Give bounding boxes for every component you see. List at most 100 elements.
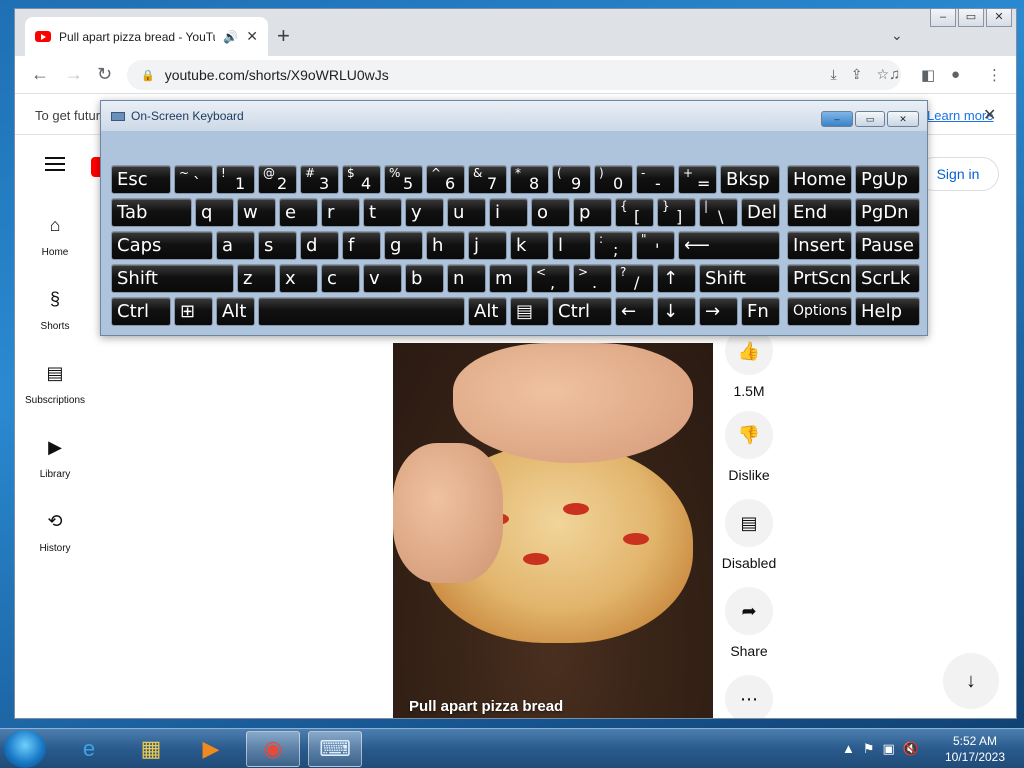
menu-kebab-icon[interactable]: ⋮ <box>987 66 1002 84</box>
key-z[interactable]: z <box>237 264 276 293</box>
menu-hamburger-icon[interactable] <box>45 157 65 175</box>
key-alt-right[interactable]: Alt <box>468 297 507 326</box>
key-alt-left[interactable]: Alt <box>216 297 255 326</box>
tab-search-chevron-icon[interactable]: ⌄ <box>891 27 903 44</box>
key-insert[interactable]: Insert <box>787 231 852 260</box>
new-tab-button[interactable]: + <box>277 25 290 47</box>
share-button[interactable]: ➦ Share <box>709 587 789 659</box>
key-tab[interactable]: Tab <box>111 198 192 227</box>
key-delete[interactable]: Del <box>741 198 780 227</box>
key-v[interactable]: v <box>363 264 402 293</box>
key-f[interactable]: f <box>342 231 381 260</box>
key-o[interactable]: o <box>531 198 570 227</box>
key-p[interactable]: p <box>573 198 612 227</box>
key-x[interactable]: x <box>279 264 318 293</box>
key-arrow-down[interactable]: ↓ <box>657 297 696 326</box>
key-6[interactable]: ^ 6 <box>426 165 465 194</box>
key-context-menu[interactable]: ▤ <box>510 297 549 326</box>
sidebar-item-library[interactable]: ▶ Library <box>15 437 95 480</box>
key-ctrl-left[interactable]: Ctrl <box>111 297 171 326</box>
key-pause[interactable]: Pause <box>855 231 920 260</box>
key-w[interactable]: w <box>237 198 276 227</box>
tab-close-icon[interactable]: ✕ <box>246 28 258 45</box>
profile-avatar-icon[interactable]: ● <box>951 66 960 83</box>
key-k[interactable]: k <box>510 231 549 260</box>
minimize-button[interactable]: – <box>930 9 956 27</box>
action-center-icon[interactable]: ⚑ <box>863 741 875 757</box>
file-explorer-icon[interactable]: ▦ <box>124 731 178 767</box>
back-arrow-icon[interactable]: ← <box>31 64 49 85</box>
show-hidden-icons-icon[interactable]: ▲ <box>842 741 855 757</box>
install-app-icon[interactable]: ⤓ <box>831 66 837 83</box>
key-/[interactable]: ? / <box>615 264 654 293</box>
key-i[interactable]: i <box>489 198 528 227</box>
key-m[interactable]: m <box>489 264 528 293</box>
media-player-icon[interactable]: ▶ <box>184 731 238 767</box>
internet-explorer-icon[interactable]: e <box>62 731 116 767</box>
key-t[interactable]: t <box>363 198 402 227</box>
key-e[interactable]: e <box>279 198 318 227</box>
browser-tab[interactable]: Pull apart pizza bread - YouTube 🔊 ✕ <box>25 17 268 56</box>
osk-taskbar-icon[interactable]: ⌨ <box>308 731 362 767</box>
key-q[interactable]: q <box>195 198 234 227</box>
dislike-button[interactable]: 👎 Dislike <box>709 411 789 483</box>
key-l[interactable]: l <box>552 231 591 260</box>
key-help[interactable]: Help <box>855 297 920 326</box>
key-fn[interactable]: Fn <box>741 297 780 326</box>
share-icon[interactable]: ⇪ <box>851 66 863 83</box>
key-.[interactable]: >. <box>573 264 612 293</box>
osk-maximize-button[interactable]: ▭ <box>855 111 885 127</box>
key-3[interactable]: #3 <box>300 165 339 194</box>
key-windows[interactable]: ⊞ <box>174 297 213 326</box>
sidebar-item-home[interactable]: ⌂ Home <box>15 215 95 258</box>
key-[[interactable]: {[ <box>615 198 654 227</box>
sidebar-item-shorts[interactable]: § Shorts <box>15 289 95 332</box>
infobar-close-icon[interactable]: ✕ <box>983 105 996 125</box>
key-j[interactable]: j <box>468 231 507 260</box>
key-\[interactable]: | \ <box>699 198 738 227</box>
side-panel-icon[interactable]: ◧ <box>921 66 935 84</box>
key-1[interactable]: ! 1 <box>216 165 255 194</box>
key-d[interactable]: d <box>300 231 339 260</box>
key-enter[interactable]: ⟵ <box>678 231 780 260</box>
key-h[interactable]: h <box>426 231 465 260</box>
key-,[interactable]: <, <box>531 264 570 293</box>
key-ctrl-right[interactable]: Ctrl <box>552 297 612 326</box>
key-shift-left[interactable]: Shift <box>111 264 234 293</box>
like-button[interactable]: 👍 1.5M <box>709 327 789 399</box>
next-short-button[interactable]: ↓ <box>943 653 999 709</box>
key-pageup[interactable]: PgUp <box>855 165 920 194</box>
key-=[interactable]: + = <box>678 165 717 194</box>
key-arrow-right[interactable]: → <box>699 297 738 326</box>
reload-icon[interactable]: ↻ <box>97 64 112 85</box>
key-esc[interactable]: Esc <box>111 165 171 194</box>
media-control-icon[interactable]: ♫ <box>889 66 900 83</box>
key-y[interactable]: y <box>405 198 444 227</box>
key-7[interactable]: & 7 <box>468 165 507 194</box>
bookmark-star-icon[interactable]: ☆ <box>876 66 889 83</box>
network-icon[interactable]: ▣ <box>883 741 895 757</box>
lock-icon[interactable]: 🔒 <box>141 69 155 82</box>
sidebar-item-history[interactable]: ⟲ History <box>15 511 95 554</box>
key-`[interactable]: ~ ` <box>174 165 213 194</box>
key-shift-right[interactable]: Shift <box>699 264 780 293</box>
short-video-player[interactable]: Pull apart pizza bread <box>393 343 713 718</box>
chrome-taskbar-icon[interactable]: ◉ <box>246 731 300 767</box>
close-window-button[interactable]: ✕ <box>986 9 1012 27</box>
key-c[interactable]: c <box>321 264 360 293</box>
key-printscreen[interactable]: PrtScn <box>787 264 852 293</box>
osk-close-button[interactable]: ✕ <box>887 111 919 127</box>
key--[interactable]: -- <box>636 165 675 194</box>
sign-in-button[interactable]: Sign in <box>917 157 999 191</box>
key-end[interactable]: End <box>787 198 852 227</box>
key-g[interactable]: g <box>384 231 423 260</box>
key-n[interactable]: n <box>447 264 486 293</box>
more-actions-button[interactable]: ⋯ <box>709 675 789 718</box>
key-backspace[interactable]: Bksp <box>720 165 780 194</box>
key-r[interactable]: r <box>321 198 360 227</box>
audio-playing-icon[interactable]: 🔊 <box>223 30 238 44</box>
key-'[interactable]: " ' <box>636 231 675 260</box>
key-5[interactable]: % 5 <box>384 165 423 194</box>
sidebar-item-subscriptions[interactable]: ▤ Subscriptions <box>15 363 95 406</box>
short-title[interactable]: Pull apart pizza bread <box>409 698 563 715</box>
